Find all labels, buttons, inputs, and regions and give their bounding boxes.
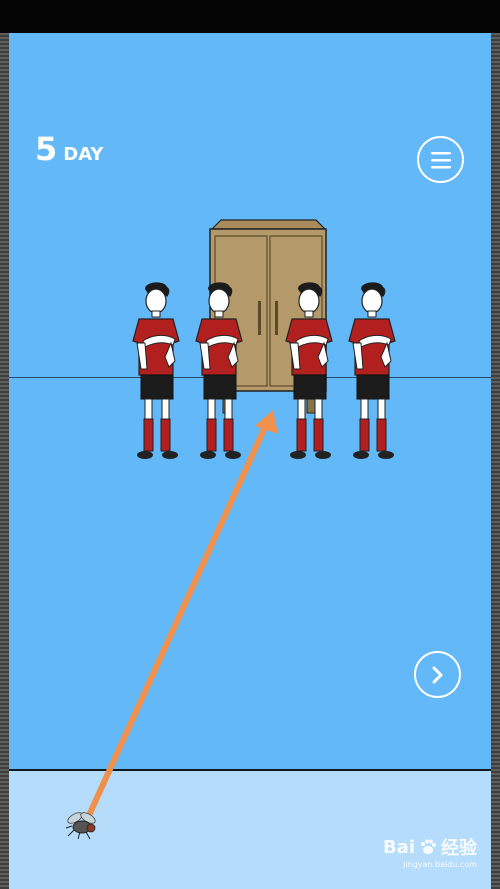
day-counter: 5 DAY [35, 133, 103, 165]
watermark-brand-right: 经验 [441, 838, 477, 859]
next-button[interactable] [414, 651, 461, 698]
player-1[interactable] [132, 281, 180, 460]
menu-button[interactable] [417, 136, 464, 183]
paw-icon [421, 839, 436, 854]
game-stage: 5 DAY [9, 33, 491, 769]
watermark-brand-left: Bai [382, 836, 415, 858]
watermark-sub: jingyan.baidu.com [403, 860, 477, 869]
watermark: Bai 经验 jingyan.baidu.com [382, 834, 477, 870]
player-4[interactable] [348, 281, 396, 460]
left-edge [0, 33, 9, 889]
chevron-right-icon [432, 666, 442, 683]
right-edge [491, 33, 500, 889]
day-label: DAY [63, 144, 104, 165]
hamburger-menu-icon [430, 151, 451, 168]
status-bar [0, 0, 500, 33]
day-number: 5 [35, 130, 58, 168]
